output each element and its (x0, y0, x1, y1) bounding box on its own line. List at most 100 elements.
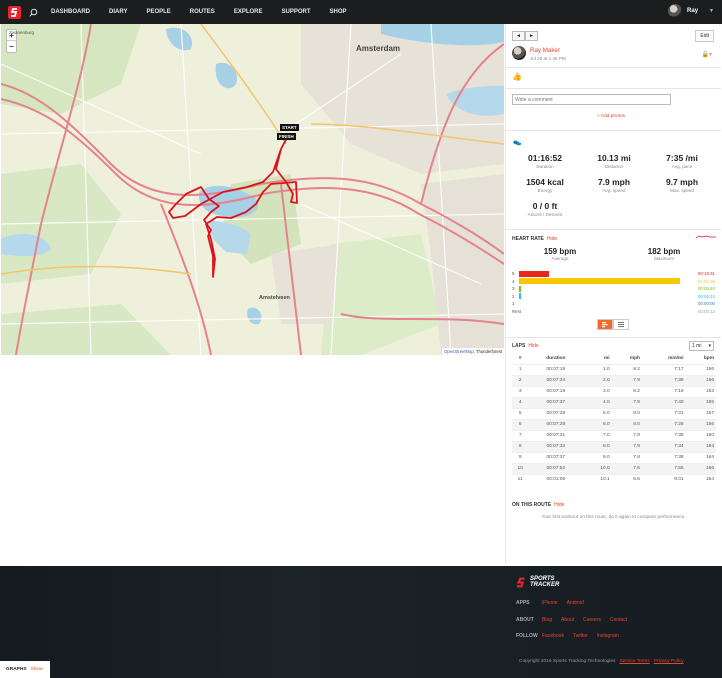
laps-cell: 5 (512, 407, 531, 419)
route-map[interactable]: + − Amsterdam Amstelveen Zwanenburg STAR… (1, 24, 504, 355)
openstreetmap-link[interactable]: OpenStreetMap (444, 349, 474, 354)
route-hide-link[interactable]: Hide (554, 502, 564, 508)
laps-column-header: # (518, 355, 522, 361)
laps-cell: 7:31 (641, 407, 686, 419)
footer-link-instagram[interactable]: Instagram (597, 633, 619, 639)
comment-input[interactable] (512, 94, 671, 105)
table-row[interactable]: 7 00:07:31 7.0 7.8 7:35 160 (512, 429, 716, 441)
laps-cell: 155 (685, 396, 716, 408)
nav-item-people[interactable]: PEOPLE (146, 9, 170, 15)
laps-column-header: duration (546, 355, 566, 361)
laps-cell: 160 (685, 429, 716, 441)
graphs-show-link[interactable]: Show (31, 667, 43, 672)
laps-cell: 6 (512, 418, 531, 430)
laps-cell: 156 (685, 374, 716, 386)
divider (506, 337, 721, 338)
laps-cell: 164 (685, 451, 716, 463)
attribution-rest: , Thunderforest (473, 349, 502, 354)
footer-link-careers[interactable]: Careers (583, 617, 601, 623)
footer-logo[interactable]: SPORTS TRACKER (516, 576, 559, 588)
chevron-right-icon[interactable]: ► (525, 31, 538, 41)
laps-cell: 8.2 (611, 363, 642, 375)
laps-cell: 4.0 (583, 396, 612, 408)
search-icon[interactable] (27, 6, 39, 18)
sports-tracker-logo-icon[interactable] (7, 5, 21, 19)
table-row[interactable]: 10 00:07:52 10.0 7.6 7:55 166 (512, 462, 716, 474)
user-name: Ray (687, 8, 699, 14)
stat-energy: 1504 kcal Energy (526, 177, 564, 193)
route-start-marker[interactable]: START (280, 124, 299, 131)
nav-item-shop[interactable]: SHOP (330, 9, 347, 15)
table-row[interactable]: 11 00:01:06 10.1 6.6 9:01 164 (512, 473, 716, 485)
laps-cell: 156 (685, 418, 716, 430)
table-row[interactable]: 6 00:07:28 6.0 8.0 7:28 156 (512, 418, 716, 430)
list-view-icon[interactable] (613, 319, 629, 330)
nav-item-dashboard[interactable]: DASHBOARD (51, 9, 90, 15)
zoom-out-button[interactable]: − (7, 41, 16, 52)
hr-zone-row: 3 00:00:40 (512, 285, 717, 292)
hr-average: 159 bpm Average (543, 247, 577, 261)
privacy-lock-icon[interactable]: 🔒▾ (702, 51, 712, 58)
table-row[interactable]: 9 00:07:37 9.0 7.8 7:38 164 (512, 451, 716, 463)
footer-link-about[interactable]: About (561, 617, 574, 623)
laps-cell: 00:07:37 (530, 396, 584, 408)
footer-link-android[interactable]: Android (567, 600, 584, 606)
laps-cell: 00:07:28 (530, 418, 584, 430)
laps-cell: 3.0 (583, 385, 612, 397)
laps-cell: 153 (685, 385, 716, 397)
laps-cell: 00:07:31 (530, 429, 584, 441)
avatar (668, 4, 683, 18)
laps-header: LAPS Hide (512, 343, 539, 349)
user-menu[interactable]: Ray ▼ (668, 4, 714, 18)
zones-view-icon[interactable] (597, 319, 613, 330)
add-photos-link[interactable]: + Add photos (506, 114, 716, 119)
laps-cell: 8 (512, 440, 531, 452)
route-finish-marker[interactable]: FINISH (277, 133, 296, 140)
table-row[interactable]: 4 00:07:37 4.0 7.8 7:40 155 (512, 396, 716, 408)
laps-cell: 7:28 (641, 418, 686, 430)
hr-zone-label: Rest (512, 309, 522, 314)
edit-button[interactable]: Edit (695, 30, 714, 42)
divider (506, 229, 721, 230)
owner-name[interactable]: Ray Maker (530, 47, 566, 54)
stat-distance: 10.13 mi Distance (597, 153, 631, 169)
laps-cell: 1.0 (583, 363, 612, 375)
table-row[interactable]: 2 00:07:34 2.0 7.9 7:38 156 (512, 374, 716, 386)
footer-link-twitter[interactable]: Twitter (573, 633, 588, 639)
laps-cell: 9 (512, 451, 531, 463)
laps-cell: 00:01:06 (530, 473, 584, 485)
lap-distance-select[interactable]: 1 mi ▾ (689, 341, 714, 351)
footer-link-iphone[interactable]: iPhone (542, 600, 558, 606)
table-row[interactable]: 3 00:07:18 3.0 8.2 7:19 153 (512, 385, 716, 397)
heart-rate-sparkline (695, 235, 716, 239)
laps-cell: 164 (685, 473, 716, 485)
hr-zone-bar (519, 278, 681, 285)
table-row[interactable]: 8 00:07:32 8.0 7.9 7:34 164 (512, 440, 716, 452)
table-row[interactable]: 1 00:07:18 1.0 8.2 7:17 156 (512, 363, 716, 375)
nav-item-support[interactable]: SUPPORT (282, 9, 311, 15)
footer-link-blog[interactable]: Blog (542, 617, 552, 623)
table-row[interactable]: 5 00:07:29 5.0 8.0 7:31 157 (512, 407, 716, 419)
heart-rate-hide-link[interactable]: Hide (547, 236, 557, 242)
laps-cell: 00:07:18 (530, 363, 584, 375)
footer-about: ABOUT Blog About Careers Contact (516, 617, 628, 623)
laps-cell: 7:19 (641, 385, 686, 397)
laps-cell: 7.8 (611, 451, 642, 463)
chevron-left-icon[interactable]: ◄ (512, 31, 525, 41)
on-this-route-header: ON THIS ROUTE Hide (512, 502, 565, 508)
laps-cell: 00:07:37 (530, 451, 584, 463)
nav-item-routes[interactable]: ROUTES (190, 9, 215, 15)
nav-item-explore[interactable]: EXPLORE (234, 9, 263, 15)
laps-hide-link[interactable]: Hide (528, 343, 538, 349)
nav-item-diary[interactable]: DIARY (109, 9, 127, 15)
privacy-policy-link[interactable]: Privacy Policy (654, 659, 684, 664)
chevron-down-icon: ▾ (708, 343, 711, 349)
avatar[interactable] (512, 46, 526, 60)
service-terms-link[interactable]: Service Terms (619, 659, 649, 664)
hr-zone-label: 4 (512, 278, 515, 284)
footer-link-facebook[interactable]: Facebook (542, 633, 564, 639)
map-label-zwanenburg: Zwanenburg (9, 30, 35, 35)
running-shoe-icon: 👟 (513, 139, 522, 146)
footer-link-contact[interactable]: Contact (610, 617, 627, 623)
thumbs-up-icon[interactable]: 👍 (512, 72, 522, 81)
